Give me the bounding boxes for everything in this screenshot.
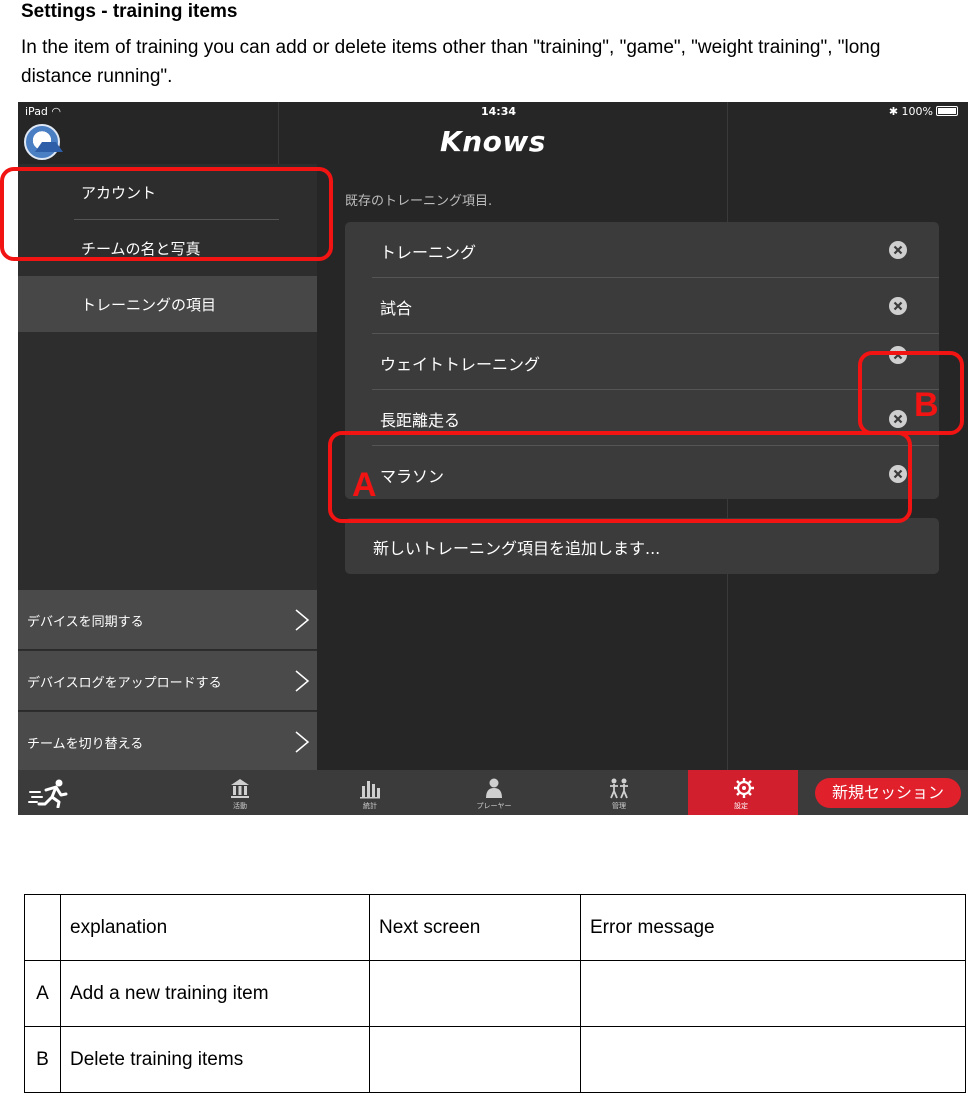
table-cell [369, 1026, 581, 1093]
annotation-label-b: B [914, 386, 939, 424]
people-icon [610, 778, 628, 799]
battery-icon [936, 106, 958, 116]
running-person-icon[interactable] [28, 778, 70, 808]
table-cell: Delete training items [60, 1026, 370, 1093]
section-title: 既存のトレーニング項目. [345, 194, 493, 209]
chevron-right-icon [295, 731, 310, 753]
sidebar-item-training-items[interactable]: トレーニングの項目 [18, 276, 317, 332]
list-item[interactable]: トレーニング [345, 222, 939, 278]
wifi-icon: ◠ [51, 105, 62, 118]
gear-icon [734, 778, 754, 798]
tab-settings[interactable]: 設定 [688, 770, 798, 815]
add-training-item-button[interactable]: 新しいトレーニング項目を追加します... [345, 518, 939, 574]
table-row: B Delete training items [24, 1026, 966, 1093]
tab-stats[interactable]: 統計 [341, 770, 399, 815]
sync-device-button[interactable]: デバイスを同期する [18, 590, 317, 650]
status-time: 14:34 [481, 105, 517, 118]
table-header-cell: Error message [580, 894, 966, 961]
table-row: A Add a new training item [24, 960, 966, 1027]
list-item[interactable]: 試合 [345, 278, 939, 334]
annotation-box-b [858, 351, 964, 435]
table-cell: A [24, 960, 61, 1027]
device-label: iPad ◠ [25, 105, 62, 118]
tab-activity[interactable]: 活動 [211, 770, 269, 815]
chevron-right-icon [295, 609, 310, 631]
doc-title: Settings - training items [21, 1, 238, 22]
switch-team-button[interactable]: チームを切り替える [18, 712, 317, 772]
chevron-right-icon [295, 670, 310, 692]
annotation-box-a [328, 431, 912, 523]
table-cell: B [24, 1026, 61, 1093]
table-cell [580, 960, 966, 1027]
bar-chart-icon [360, 781, 380, 799]
new-session-button[interactable]: 新規セッション [815, 778, 961, 808]
tab-management[interactable]: 管理 [590, 770, 648, 815]
person-icon [486, 778, 502, 798]
list-item[interactable]: ウェイトトレーニング [345, 334, 939, 390]
bank-icon [231, 779, 249, 798]
tab-players[interactable]: プレーヤー [464, 770, 524, 815]
delete-icon[interactable] [889, 297, 907, 315]
status-bar: iPad ◠ 14:34 ✱ 100% [18, 102, 968, 122]
upload-device-log-button[interactable]: デバイスログをアップロードする [18, 651, 317, 711]
table-header-cell: explanation [60, 894, 370, 961]
explanation-table: explanation Next screen Error message A … [24, 894, 966, 1093]
tab-bar: 活動 統計 プレーヤー 管理 設定 新規セッション [18, 770, 968, 815]
top-bar: Knows [18, 122, 968, 164]
bluetooth-icon: ✱ [888, 105, 899, 118]
doc-description: In the item of training you can add or d… [21, 37, 881, 87]
annotation-label-a: A [352, 466, 377, 504]
delete-icon[interactable] [889, 241, 907, 259]
annotation-box-menu [0, 167, 333, 261]
table-header-cell [24, 894, 61, 961]
table-header-row: explanation Next screen Error message [24, 894, 966, 961]
table-cell [369, 960, 581, 1027]
table-cell: Add a new training item [60, 960, 370, 1027]
table-header-cell: Next screen [369, 894, 581, 961]
table-cell [580, 1026, 966, 1093]
app-logo: Knows [440, 125, 546, 158]
team-crest-icon[interactable] [24, 124, 63, 160]
battery-status: ✱ 100% [889, 105, 958, 118]
